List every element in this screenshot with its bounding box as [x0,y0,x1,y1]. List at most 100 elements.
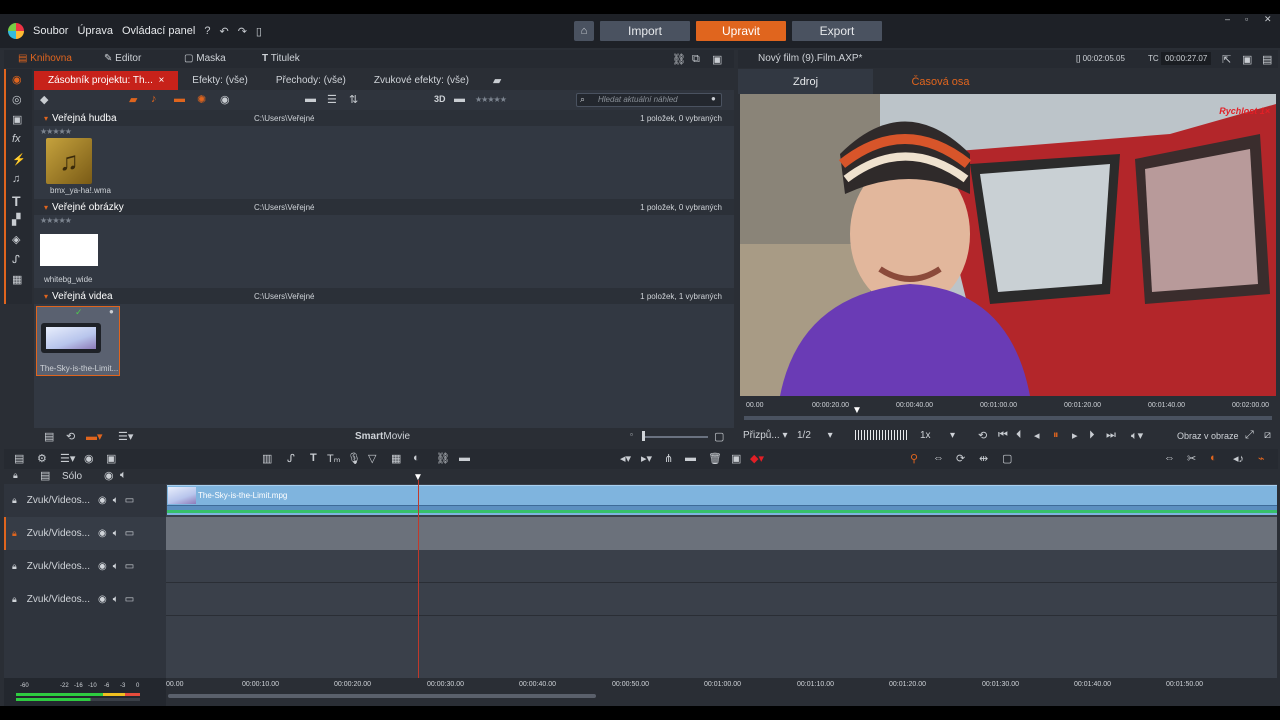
titles-icon[interactable]: T [12,193,21,209]
monitor-icon[interactable]: ▭ [125,528,134,539]
title-editor-icon[interactable]: Tₘ [327,452,341,465]
detach-icon[interactable]: ⧉ [692,53,700,66]
title-icon[interactable]: T [310,452,317,464]
tab-project-bin[interactable]: Zásobník projektu: Th... × [34,71,179,90]
video-preview[interactable]: Rychlost 1× [740,94,1276,396]
volume-line[interactable] [167,510,1277,513]
ratio-dropdown[interactable]: 1/2 ▾ [797,430,833,441]
step-back-icon[interactable]: ◂ [1034,429,1040,442]
collapse-icon[interactable]: ▾ [44,114,48,123]
filter-project-icon[interactable]: ✺ [197,93,206,106]
menu-edit[interactable]: Úprava [77,25,112,37]
export-frame-icon[interactable]: ⇱ [1222,53,1231,66]
tools-icon[interactable]: ✂ [1187,452,1196,465]
marker-icon[interactable]: ▽ [368,452,376,465]
track-header-selected[interactable]: 🔒︎ Zvuk/Videos... ◉ 🔈︎ ▭ [4,517,166,550]
crop-icon[interactable]: ⤢ [1245,429,1254,442]
speed-dropdown[interactable]: 1x ▾ [920,430,955,441]
effects-icon[interactable]: fx [12,133,21,145]
zoom-out-icon[interactable]: ▫ [630,430,633,439]
thumbnail-size-slider[interactable] [642,436,708,438]
playhead[interactable] [418,480,419,690]
track-name[interactable]: Zvuk/Videos... [27,561,90,572]
menu-file[interactable]: Soubor [33,25,68,37]
split-icon[interactable]: ▬ [685,452,696,464]
player-ruler[interactable]: 00.00 00:00:20.00 00:00:40.00 00:01:00.0… [738,396,1278,426]
montage-icon[interactable]: ▞ [12,213,20,226]
audio-volume-icon[interactable]: ◂♪ [1233,452,1244,465]
fullscreen-icon[interactable]: ▣ [1242,53,1252,66]
track-row[interactable] [166,583,1277,616]
record-icon[interactable]: ◉ [84,452,94,465]
tab-editor[interactable]: ✎ Editor [104,53,141,64]
delete-icon[interactable]: 🗑︎ [708,452,722,465]
previous-frame-icon[interactable]: ⏴ [1016,429,1022,442]
transitions-icon[interactable]: ⚡ [12,153,26,166]
video-clip[interactable]: The-Sky-is-the-Limit.mpg [167,485,1277,515]
scrubber-handle-icon[interactable]: ▼ [852,405,862,416]
track-header[interactable]: 🔒︎ Zvuk/Videos... ◉ 🔈︎ ▭ [4,583,166,616]
shuttle-control[interactable] [855,430,909,440]
trim-right-icon[interactable]: ▸▾ [641,452,652,465]
magnet-icon[interactable]: ⚲ [910,452,918,465]
folder-icon[interactable]: ▬ [305,93,316,105]
import-mode-button[interactable]: Import [600,21,690,41]
tag-icon[interactable]: ◆ [40,93,48,106]
visibility-icon[interactable]: ◉ [98,561,107,572]
transition-icon[interactable]: ᔑ [287,452,295,465]
audio-icon[interactable]: 🔈︎ [113,594,119,605]
panel-layout-icon[interactable]: ▣ [712,53,722,66]
monitor-icon[interactable]: ▭ [125,594,134,605]
player-layout-icon[interactable]: ▤ [1262,53,1272,66]
audio-icon[interactable]: 🔈︎ [113,561,119,572]
tag-clip-icon[interactable]: ▬ [459,452,470,464]
stack-icon[interactable]: ▤ [44,430,54,443]
track-row[interactable] [166,550,1277,583]
playhead-handle-icon[interactable]: ▼ [413,472,423,483]
sync-icon[interactable]: ⟳ [956,452,965,465]
video-item-selected[interactable]: ✓ ● The-Sky-is-the-Limit... [36,306,120,376]
project-bin-icon[interactable]: ◉ [12,73,22,86]
item-rating[interactable]: ★★★★★ [40,127,72,136]
tab-source[interactable]: Zdroj [738,69,873,94]
lock-icon[interactable]: 🔒︎ [12,495,17,506]
settings-icon[interactable]: ⚙ [37,452,47,465]
timeline-ruler[interactable]: 00.00 00:00:10.00 00:00:20.00 00:00:30.0… [166,678,1277,706]
threed-filter[interactable]: 3D [434,94,446,104]
list-view-icon[interactable]: ☰ [327,93,337,106]
sort-icon[interactable]: ⇅ [349,93,358,106]
insert-mode-icon[interactable]: ⇹ [979,452,988,465]
tab-close-icon[interactable]: × [158,75,164,86]
add-tab-icon[interactable]: ▰ [493,74,501,87]
music-icon[interactable]: ♫ [12,173,20,185]
visibility-icon[interactable]: ◉ [98,528,107,539]
search-clear-icon[interactable]: ● [711,94,716,103]
tab-sound-effects[interactable]: Zvukové efekty: (vše) [360,71,483,90]
track-name[interactable]: Zvuk/Videos... [27,528,90,539]
item-rating[interactable]: ★★★★★ [40,216,72,225]
track-options-icon[interactable]: ☰▾ [60,452,75,465]
pause-icon[interactable]: ⏸ [1053,429,1059,442]
audio-mixer-icon[interactable]: ▥ [262,452,272,465]
close-icon[interactable]: ✕ [1264,14,1272,25]
section-header[interactable]: ▾ Veřejná videa C:\Users\Veřejné 1 polož… [34,288,734,304]
home-button[interactable]: ⌂ [574,21,594,41]
disc-icon[interactable]: ◎ [12,93,22,106]
marker-color-icon[interactable]: ◆▾ [750,452,764,465]
layers-icon[interactable]: ◈ [12,233,20,246]
lock-icon[interactable]: 🔒︎ [12,528,17,539]
scrubber-track[interactable] [744,416,1272,420]
tab-effects[interactable]: Efekty: (vše) [178,71,262,90]
snap-icon[interactable]: ⋔ [664,452,673,465]
zoom-in-icon[interactable]: ▢ [714,430,724,443]
filter-video-icon[interactable]: ▰ [129,93,137,106]
image-thumbnail[interactable] [40,234,98,266]
link-icon[interactable]: ⛓ [672,53,686,66]
timecode-readout[interactable]: 00:00:27.07 [1161,52,1212,65]
section-header[interactable]: ▾ Veřejná hudba C:\Users\Veřejné 1 polož… [34,110,734,126]
step-forward-icon[interactable]: ▸ [1072,429,1078,442]
monitor-icon[interactable]: ▭ [125,561,134,572]
lock-icon[interactable]: 🔒︎ [12,561,17,572]
storyboard-icon[interactable]: ▣ [106,452,116,465]
loop-icon[interactable]: ⟲ [978,429,987,442]
